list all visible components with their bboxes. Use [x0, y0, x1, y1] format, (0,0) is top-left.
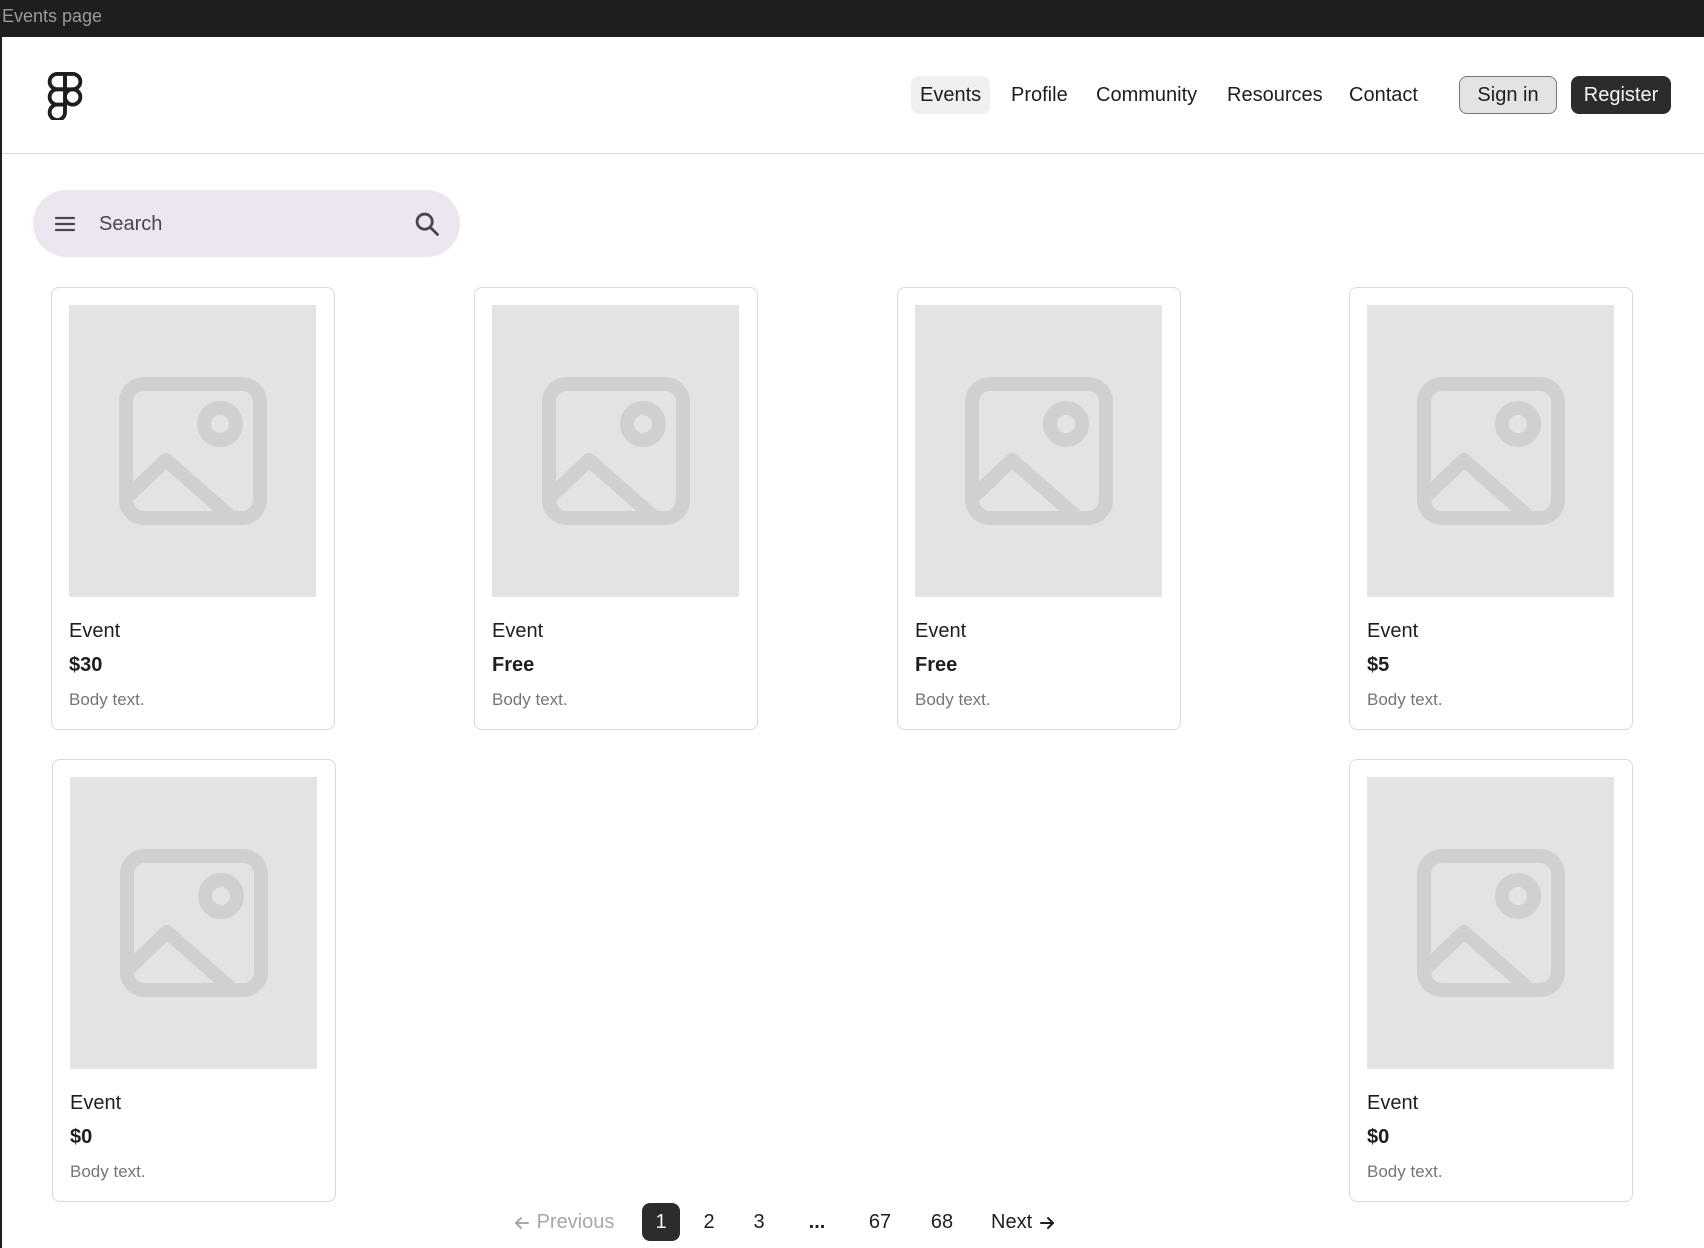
image-placeholder-icon	[541, 377, 690, 525]
page-3-button[interactable]: 3	[740, 1203, 778, 1241]
previous-label: Previous	[536, 1211, 615, 1233]
event-price: Free	[915, 654, 958, 676]
event-title: Event	[1367, 620, 1419, 642]
page-67-button[interactable]: 67	[861, 1203, 899, 1241]
nav-link-community[interactable]: Community	[1087, 76, 1206, 114]
arrow-right-icon	[1039, 1216, 1054, 1229]
event-card[interactable]: Event $30 Body text.	[51, 287, 335, 730]
image-placeholder-icon	[964, 377, 1113, 525]
pagination: Previous 1 2 3 ... 67 68 Next	[2, 1203, 1704, 1243]
search-input[interactable]	[99, 206, 399, 242]
image-placeholder-icon	[1416, 377, 1565, 525]
page-1-button[interactable]: 1	[642, 1203, 680, 1241]
window-title: Events page	[2, 6, 103, 26]
figma-logo-icon[interactable]	[47, 72, 83, 120]
event-price: $0	[70, 1126, 93, 1148]
event-image-placeholder	[492, 305, 739, 597]
event-title: Event	[915, 620, 967, 642]
event-body-text: Body text.	[70, 1162, 146, 1181]
event-body-text: Body text.	[1367, 690, 1443, 709]
event-body-text: Body text.	[915, 690, 991, 709]
event-price: Free	[492, 654, 535, 676]
event-title: Event	[1367, 1092, 1419, 1114]
event-card[interactable]: Event $0 Body text.	[1349, 759, 1633, 1202]
event-image-placeholder	[1367, 777, 1614, 1069]
event-card[interactable]: Event Free Body text.	[474, 287, 758, 730]
image-placeholder-icon	[1416, 849, 1565, 997]
nav-link-contact[interactable]: Contact	[1340, 76, 1427, 114]
page-ellipsis: ...	[808, 1211, 826, 1233]
event-price: $30	[69, 654, 103, 676]
event-body-text: Body text.	[492, 690, 568, 709]
previous-page-button[interactable]: Previous	[513, 1203, 614, 1241]
menu-icon[interactable]	[53, 212, 77, 236]
event-image-placeholder	[69, 305, 316, 597]
event-title: Event	[492, 620, 544, 642]
search-icon[interactable]	[413, 210, 441, 238]
nav-link-resources[interactable]: Resources	[1218, 76, 1332, 114]
event-image-placeholder	[70, 777, 317, 1069]
nav-link-events[interactable]: Events	[911, 76, 991, 114]
event-body-text: Body text.	[69, 690, 145, 709]
site-header: Events Profile Community Resources Conta…	[2, 37, 1704, 154]
events-page: Events Profile Community Resources Conta…	[0, 37, 1704, 1248]
nav-link-profile[interactable]: Profile	[1002, 76, 1077, 114]
event-card[interactable]: Event Free Body text.	[897, 287, 1181, 730]
next-page-button[interactable]: Next	[991, 1203, 1056, 1241]
arrow-left-icon	[515, 1216, 529, 1229]
event-card[interactable]: Event $0 Body text.	[52, 759, 336, 1202]
next-label: Next	[991, 1211, 1033, 1233]
event-card[interactable]: Event $5 Body text.	[1349, 287, 1633, 730]
page-2-button[interactable]: 2	[690, 1203, 728, 1241]
event-image-placeholder	[915, 305, 1162, 597]
register-button[interactable]: Register	[1571, 76, 1671, 114]
event-title: Event	[69, 620, 121, 642]
sign-in-button[interactable]: Sign in	[1459, 76, 1557, 114]
image-placeholder-icon	[119, 849, 268, 997]
window-titlebar: Events page	[0, 0, 1704, 37]
event-body-text: Body text.	[1367, 1162, 1443, 1181]
page-68-button[interactable]: 68	[923, 1203, 961, 1241]
event-title: Event	[70, 1092, 122, 1114]
event-image-placeholder	[1367, 305, 1614, 597]
event-price: $5	[1367, 654, 1390, 676]
event-price: $0	[1367, 1126, 1390, 1148]
image-placeholder-icon	[118, 377, 267, 525]
search-bar	[33, 190, 460, 257]
